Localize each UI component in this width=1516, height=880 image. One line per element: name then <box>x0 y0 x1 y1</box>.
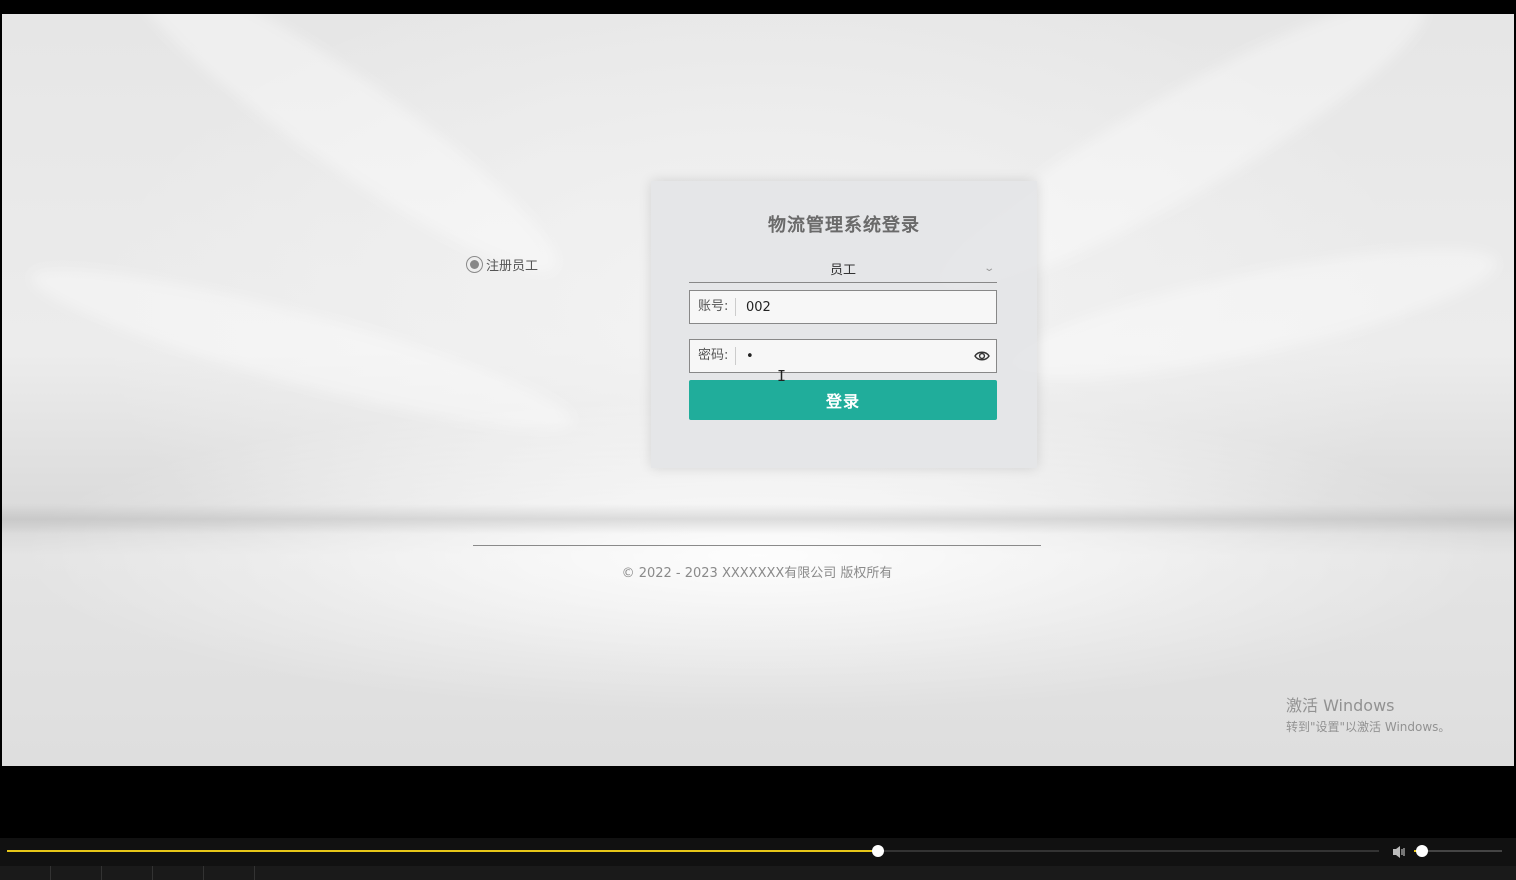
password-input[interactable] <box>736 340 968 372</box>
login-title: 物流管理系统登录 <box>768 215 920 236</box>
role-select-value[interactable]: 员工 <box>830 259 856 278</box>
volume-icon[interactable] <box>1390 842 1410 862</box>
windows-activation-watermark: 激活 Windows 转到"设置"以激活 Windows。 <box>1286 692 1450 735</box>
register-employee-radio[interactable]: 注册员工 <box>466 255 538 274</box>
volume-slider[interactable] <box>1414 845 1502 857</box>
eye-icon[interactable] <box>968 340 996 372</box>
chevron-down-icon[interactable]: ⌄ <box>983 263 995 274</box>
background-horizon <box>2 504 1514 534</box>
text-cursor-icon: I <box>777 367 787 385</box>
player-controls <box>0 838 1516 866</box>
password-label: 密码: <box>690 347 736 365</box>
strip-cell <box>0 866 51 880</box>
progress-handle[interactable] <box>872 845 885 857</box>
account-input[interactable] <box>736 291 996 323</box>
strip-cell <box>51 866 102 880</box>
login-card: 物流管理系统登录 员工 ⌄ 账号: 密码: 登录 <box>651 181 1037 468</box>
strip-cell <box>204 866 255 880</box>
volume-handle[interactable] <box>1415 845 1428 857</box>
top-black-bar <box>0 0 1516 14</box>
background-streak <box>22 242 582 456</box>
role-select[interactable]: 员工 ⌄ <box>689 255 997 283</box>
strip-cell <box>153 866 204 880</box>
watermark-title: 激活 Windows <box>1286 696 1395 715</box>
password-field[interactable]: 密码: <box>689 339 997 373</box>
strip-cell <box>102 866 153 880</box>
copyright-text: © 2022 - 2023 XXXXXXX有限公司 版权所有 <box>621 566 893 581</box>
progress-fill <box>7 850 879 852</box>
account-label: 账号: <box>690 298 736 316</box>
footer-divider <box>473 545 1041 546</box>
login-page: 注册员工 物流管理系统登录 员工 ⌄ 账号: 密码: 登录 I © 2022 -… <box>2 14 1514 766</box>
progress-slider[interactable] <box>7 845 1379 857</box>
watermark-subtitle: 转到"设置"以激活 Windows。 <box>1286 720 1451 734</box>
login-button[interactable]: 登录 <box>689 380 997 420</box>
register-employee-label[interactable]: 注册员工 <box>486 255 538 274</box>
account-field[interactable]: 账号: <box>689 290 997 324</box>
bottom-strip <box>0 866 1516 880</box>
radio-icon[interactable] <box>466 256 483 273</box>
